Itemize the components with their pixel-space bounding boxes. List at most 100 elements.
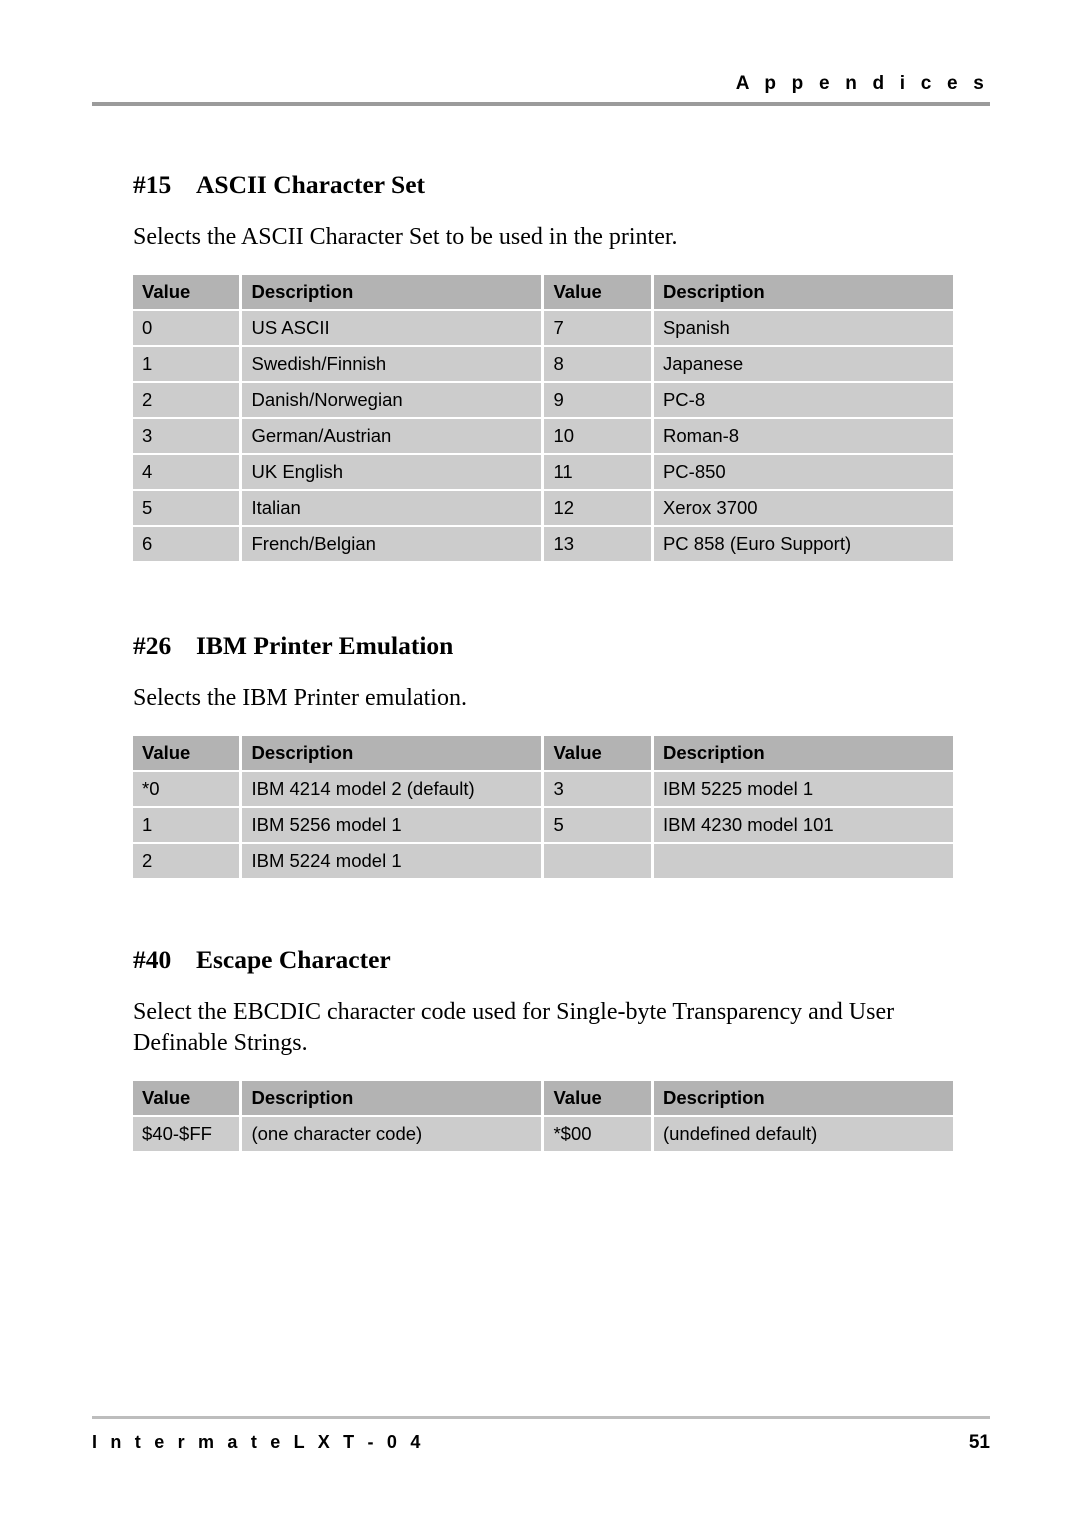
- header-divider: [92, 102, 990, 106]
- section-number: #26: [133, 631, 172, 660]
- table-header-row: Value Description Value Description: [133, 736, 953, 770]
- cell-description: (undefined default): [653, 1117, 953, 1151]
- cell-value: 0: [133, 311, 240, 345]
- column-header-value: Value: [544, 1081, 651, 1115]
- cell-description: Italian: [242, 491, 542, 525]
- parameter-table: Value Description Value Description 0 US…: [130, 273, 956, 563]
- cell-value: 9: [544, 383, 651, 417]
- cell-value: 2: [133, 844, 240, 878]
- header-title: A p p e n d i c e s: [735, 73, 989, 94]
- cell-value: 7: [544, 311, 651, 345]
- cell-description: IBM 4230 model 101: [653, 808, 953, 842]
- cell-description: Danish/Norwegian: [242, 383, 542, 417]
- section-title: Escape Character: [196, 945, 391, 974]
- document-page: A p p e n d i c e s #15 ASCII Character S…: [0, 0, 1080, 1529]
- cell-description: Spanish: [653, 311, 953, 345]
- section-description: Selects the ASCII Character Set to be us…: [133, 224, 678, 250]
- cell-value: 12: [544, 491, 651, 525]
- table-row: 1 IBM 5256 model 1 5 IBM 4230 model 101: [133, 808, 953, 842]
- table-row: 6 French/Belgian 13 PC 858 (Euro Support…: [133, 527, 953, 561]
- section-description: Selects the IBM Printer emulation.: [133, 685, 467, 711]
- footer-divider: [92, 1416, 990, 1419]
- section-heading: #26 IBM Printer Emulation: [133, 631, 953, 661]
- cell-description: German/Austrian: [242, 419, 542, 453]
- cell-value: 5: [133, 491, 240, 525]
- parameter-table: Value Description Value Description $40-…: [130, 1079, 956, 1153]
- cell-value: 5: [544, 808, 651, 842]
- cell-value: 1: [133, 808, 240, 842]
- cell-description: Xerox 3700: [653, 491, 953, 525]
- cell-description: PC 858 (Euro Support): [653, 527, 953, 561]
- table-row: $40-$FF (one character code) *$00 (undef…: [133, 1117, 953, 1151]
- column-header-value: Value: [133, 736, 240, 770]
- column-header-description: Description: [653, 1081, 953, 1115]
- cell-description: PC-850: [653, 455, 953, 489]
- cell-description: IBM 4214 model 2 (default): [242, 772, 542, 806]
- cell-description: IBM 5256 model 1: [242, 808, 542, 842]
- cell-description: Swedish/Finnish: [242, 347, 542, 381]
- table-row: 1 Swedish/Finnish 8 Japanese: [133, 347, 953, 381]
- table-header-row: Value Description Value Description: [133, 1081, 953, 1115]
- running-footer: I n t e r m a t e L X T - 0 4 51: [92, 1416, 990, 1454]
- cell-value: [544, 844, 651, 878]
- footer-document-name: I n t e r m a t e L X T - 0 4: [92, 1432, 425, 1452]
- column-header-description: Description: [653, 275, 953, 309]
- section-title: ASCII Character Set: [196, 170, 426, 199]
- cell-value: 3: [544, 772, 651, 806]
- table-header-row: Value Description Value Description: [133, 275, 953, 309]
- cell-value: 2: [133, 383, 240, 417]
- table-row: 0 US ASCII 7 Spanish: [133, 311, 953, 345]
- cell-description: (one character code): [242, 1117, 542, 1151]
- column-header-value: Value: [544, 275, 651, 309]
- running-header: A p p e n d i c e s: [92, 72, 990, 106]
- table-row: 4 UK English 11 PC-850: [133, 455, 953, 489]
- cell-description: PC-8: [653, 383, 953, 417]
- column-header-description: Description: [242, 1081, 542, 1115]
- section-number: #40: [133, 945, 172, 974]
- cell-value: 8: [544, 347, 651, 381]
- table-row: 5 Italian 12 Xerox 3700: [133, 491, 953, 525]
- column-header-description: Description: [653, 736, 953, 770]
- section-ascii-character-set: #15 ASCII Character Set Selects the ASCII…: [133, 170, 953, 563]
- footer-row: I n t e r m a t e L X T - 0 4 51: [92, 1432, 990, 1454]
- cell-value: *$00: [544, 1117, 651, 1151]
- cell-description: French/Belgian: [242, 527, 542, 561]
- footer-page-number: 51: [968, 1432, 990, 1453]
- section-ibm-printer-emulation: #26 IBM Printer Emulation Selects the IBM…: [133, 631, 953, 880]
- column-header-value: Value: [133, 275, 240, 309]
- cell-value: 1: [133, 347, 240, 381]
- cell-value: 4: [133, 455, 240, 489]
- table-row: 2 Danish/Norwegian 9 PC-8: [133, 383, 953, 417]
- section-number: #15: [133, 170, 172, 199]
- cell-value: *0: [133, 772, 240, 806]
- section-title: IBM Printer Emulation: [196, 631, 454, 660]
- cell-description: Japanese: [653, 347, 953, 381]
- section-description: Select the EBCDIC character code used fo…: [133, 999, 895, 1056]
- cell-value: 6: [133, 527, 240, 561]
- cell-description: Roman-8: [653, 419, 953, 453]
- column-header-description: Description: [242, 275, 542, 309]
- cell-description: IBM 5224 model 1: [242, 844, 542, 878]
- section-escape-character: #40 Escape Character Select the EBCDIC ch…: [133, 945, 953, 1153]
- column-header-value: Value: [133, 1081, 240, 1115]
- column-header-value: Value: [544, 736, 651, 770]
- table-row: *0 IBM 4214 model 2 (default) 3 IBM 5225…: [133, 772, 953, 806]
- cell-description: [653, 844, 953, 878]
- cell-value: $40-$FF: [133, 1117, 240, 1151]
- section-heading: #40 Escape Character: [133, 945, 953, 975]
- table-row: 2 IBM 5224 model 1: [133, 844, 953, 878]
- table-row: 3 German/Austrian 10 Roman-8: [133, 419, 953, 453]
- page-content: #15 ASCII Character Set Selects the ASCII…: [133, 170, 953, 1153]
- parameter-table: Value Description Value Description *0 I…: [130, 734, 956, 880]
- column-header-description: Description: [242, 736, 542, 770]
- cell-value: 10: [544, 419, 651, 453]
- section-heading: #15 ASCII Character Set: [133, 170, 953, 200]
- cell-description: US ASCII: [242, 311, 542, 345]
- cell-value: 11: [544, 455, 651, 489]
- cell-value: 3: [133, 419, 240, 453]
- cell-description: UK English: [242, 455, 542, 489]
- cell-description: IBM 5225 model 1: [653, 772, 953, 806]
- cell-value: 13: [544, 527, 651, 561]
